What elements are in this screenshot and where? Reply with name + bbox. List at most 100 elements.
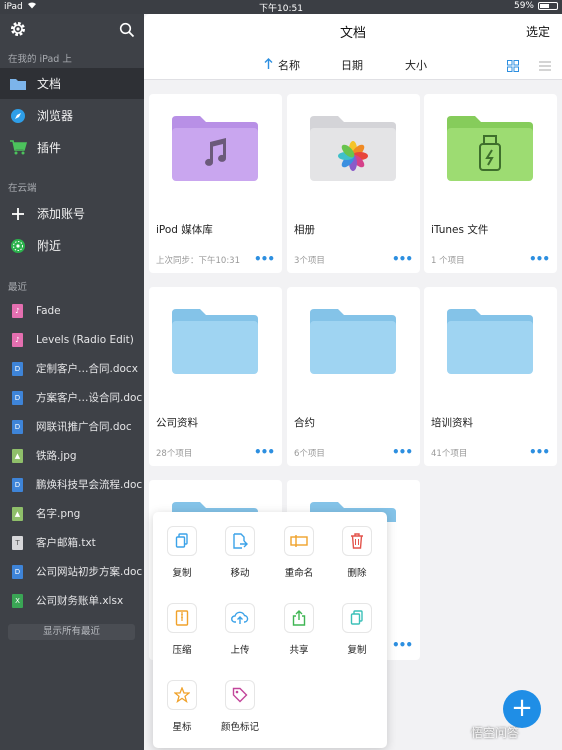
more-options-icon[interactable]: •••	[392, 252, 413, 266]
recent-item-label: 客户邮箱.txt	[36, 537, 96, 549]
recent-item-jpg[interactable]: ▲ 铁路.jpg	[0, 441, 144, 470]
recent-item-label: Fade	[36, 304, 61, 317]
sidebar-item-add-account[interactable]: 添加账号	[0, 198, 144, 229]
photos-folder-icon	[310, 116, 396, 181]
folder-meta: 上次同步：下午10:31	[156, 256, 240, 266]
sidebar-item-label: 附近	[37, 239, 62, 253]
status-bar: iPad 下午10:51 59%	[0, 0, 562, 14]
menu-label: 星标	[172, 722, 192, 733]
menu-label: 颜色标记	[220, 722, 259, 733]
more-options-icon[interactable]: •••	[392, 638, 413, 652]
menu-move[interactable]: 移动	[212, 526, 268, 579]
folder-icon	[172, 309, 258, 374]
select-button[interactable]: 选定	[526, 23, 550, 40]
folder-card-ipod[interactable]: iPod 媒体库 上次同步：下午10:31 •••	[149, 94, 282, 273]
folder-card-company[interactable]: 公司资料 28个项目 •••	[149, 287, 282, 466]
recent-item-label: 公司网站初步方案.doc	[36, 566, 143, 578]
sort-by-date[interactable]: 日期	[341, 57, 363, 73]
share-icon	[284, 603, 314, 633]
menu-color-tag[interactable]: 颜色标记	[212, 680, 268, 733]
folder-card-training[interactable]: 培训资料 41个项目 •••	[424, 287, 557, 466]
recent-item-label: 名字.png	[36, 508, 81, 520]
action-menu-popover: 复制 移动 重命名 删除 压缩 上传 共享 复制 星标 颜色标记	[153, 512, 387, 748]
recent-item-txt[interactable]: T 客户邮箱.txt	[0, 528, 144, 557]
sidebar-item-documents[interactable]: 文档	[0, 68, 144, 99]
sort-by-size[interactable]: 大小	[405, 57, 427, 73]
folder-name: iPod 媒体库	[156, 224, 213, 236]
search-icon[interactable]	[119, 22, 135, 38]
menu-label: 重命名	[284, 568, 314, 579]
folder-card-photos[interactable]: 相册 3个项目 •••	[287, 94, 420, 273]
recent-item-doc-2[interactable]: D 方案客户…设合同.doc	[0, 383, 144, 412]
sort-label: 大小	[405, 59, 427, 72]
move-icon	[225, 526, 255, 556]
rename-icon	[284, 526, 314, 556]
add-button[interactable]: +	[503, 690, 541, 728]
settings-gear-icon[interactable]	[8, 20, 28, 40]
sidebar: 在我的 iPad 上 文档 浏览器 插件 在云端 添加账号 附近 最近 ♪ Fa…	[0, 14, 144, 750]
sidebar-item-label: 插件	[37, 141, 62, 155]
folder-name: 相册	[294, 224, 315, 236]
recent-item-label: 定制客户…合同.docx	[36, 363, 138, 375]
menu-compress[interactable]: 压缩	[154, 603, 210, 656]
section-title-recent: 最近	[8, 282, 28, 293]
folder-card-itunes[interactable]: iTunes 文件 1 个项目 •••	[424, 94, 557, 273]
list-view-icon[interactable]	[539, 57, 551, 71]
menu-rename[interactable]: 重命名	[271, 526, 327, 579]
recent-item-levels[interactable]: ♪ Levels (Radio Edit)	[0, 325, 144, 354]
battery-level	[540, 4, 550, 8]
sort-label: 名称	[278, 59, 300, 72]
recent-item-xlsx[interactable]: X 公司财务账单.xlsx	[0, 586, 144, 615]
battery-percent: 59%	[513, 1, 534, 11]
more-options-icon[interactable]: •••	[529, 445, 550, 459]
folder-name: 培训资料	[431, 417, 473, 429]
show-all-recent-button[interactable]: 显示所有最近	[8, 624, 135, 640]
sidebar-header	[0, 14, 144, 48]
grid-view-icon[interactable]	[507, 57, 519, 72]
menu-duplicate[interactable]: 复制	[329, 603, 385, 656]
watermark-text: 悟空问答	[471, 726, 520, 740]
folder-name: 合约	[294, 417, 315, 429]
more-options-icon[interactable]: •••	[254, 252, 275, 266]
folder-meta: 3个项目	[294, 256, 325, 266]
recent-item-fade[interactable]: ♪ Fade	[0, 296, 144, 325]
battery-icon	[538, 2, 558, 10]
menu-label: 共享	[289, 645, 309, 656]
sidebar-item-plugins[interactable]: 插件	[0, 132, 144, 163]
status-time: 下午10:51	[259, 4, 303, 14]
zip-icon	[167, 603, 197, 633]
recent-item-doc-4[interactable]: D 鹏焕科技早会流程.doc	[0, 470, 144, 499]
recent-item-label: Levels (Radio Edit)	[36, 333, 134, 346]
doc-file-icon: D	[12, 477, 23, 492]
menu-upload[interactable]: 上传	[212, 603, 268, 656]
nearby-icon	[9, 237, 27, 255]
page-title: 文档	[339, 26, 366, 41]
menu-share[interactable]: 共享	[271, 603, 327, 656]
menu-copy[interactable]: 复制	[154, 526, 210, 579]
sidebar-item-browser[interactable]: 浏览器	[0, 100, 144, 131]
compass-icon	[9, 107, 27, 125]
menu-delete[interactable]: 删除	[329, 526, 385, 579]
more-options-icon[interactable]: •••	[392, 445, 413, 459]
folder-card-contracts[interactable]: 合约 6个项目 •••	[287, 287, 420, 466]
trash-icon	[342, 526, 372, 556]
image-file-icon: ▲	[12, 448, 23, 463]
star-icon	[167, 680, 197, 710]
recent-item-doc-5[interactable]: D 公司网站初步方案.doc	[0, 557, 144, 586]
sidebar-item-nearby[interactable]: 附近	[0, 230, 144, 261]
recent-item-png[interactable]: ▲ 名字.png	[0, 499, 144, 528]
sort-arrow-up-icon	[264, 58, 273, 72]
doc-file-icon: D	[12, 419, 23, 434]
recent-item-doc-3[interactable]: D 网联讯推广合同.doc	[0, 412, 144, 441]
sort-by-name[interactable]: 名称	[264, 57, 300, 73]
folder-name: iTunes 文件	[431, 224, 489, 236]
music-file-icon: ♪	[12, 303, 23, 318]
recent-item-doc-1[interactable]: D 定制客户…合同.docx	[0, 354, 144, 383]
section-title-local: 在我的 iPad 上	[8, 54, 72, 65]
copy-icon	[167, 526, 197, 556]
more-options-icon[interactable]: •••	[254, 445, 275, 459]
folder-icon	[447, 309, 533, 374]
more-options-icon[interactable]: •••	[529, 252, 550, 266]
menu-star[interactable]: 星标	[154, 680, 210, 733]
section-title-cloud: 在云端	[8, 183, 37, 194]
